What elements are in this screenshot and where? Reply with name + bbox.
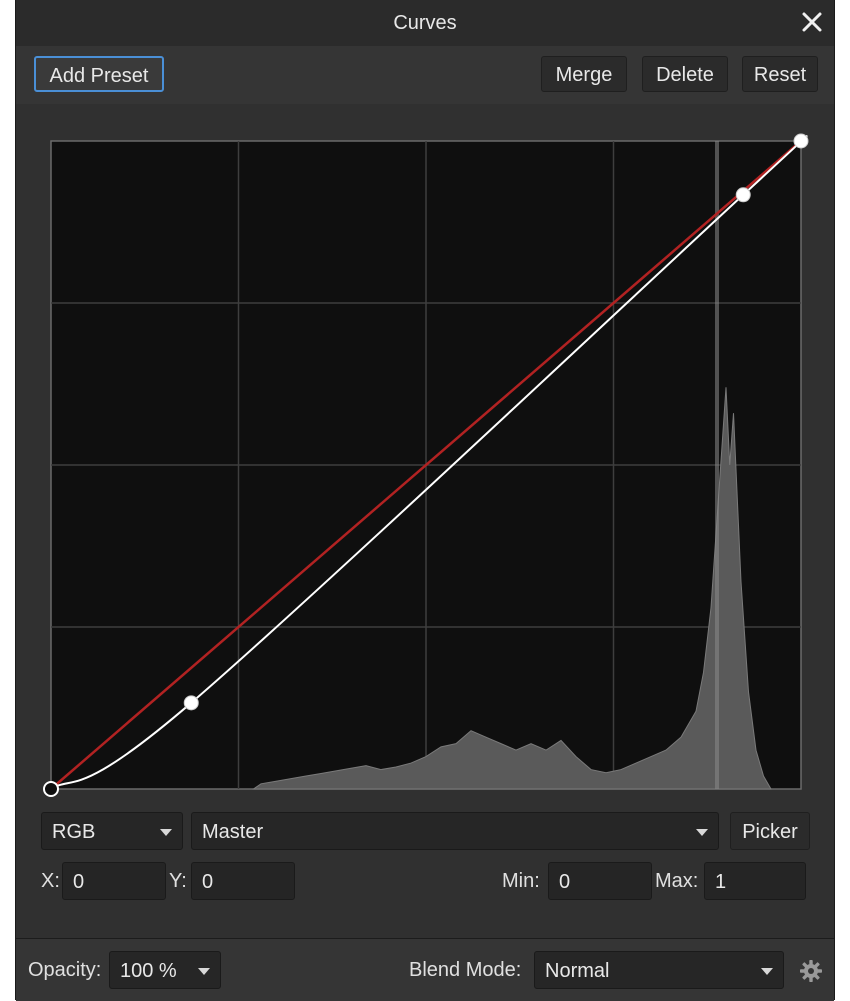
min-label: Min: xyxy=(502,870,540,892)
max-input[interactable]: 1 xyxy=(704,862,806,900)
delete-button[interactable]: Delete xyxy=(642,56,728,92)
title-bar: Curves xyxy=(16,0,834,46)
opacity-dropdown[interactable]: 100 % xyxy=(109,951,221,989)
picker-button[interactable]: Picker xyxy=(730,812,810,850)
chevron-down-icon xyxy=(198,968,210,975)
curves-editor: RGB Master Picker X: 0 Y: 0 Min: 0 Max: … xyxy=(16,104,834,940)
channel-value: RGB xyxy=(52,821,96,843)
curve-control-point[interactable] xyxy=(43,781,59,797)
blend-mode-dropdown[interactable]: Normal xyxy=(534,951,784,989)
channel-dropdown[interactable]: RGB xyxy=(41,812,183,850)
opacity-label: Opacity: xyxy=(28,959,102,981)
curve-control-point[interactable] xyxy=(793,133,809,149)
gear-icon[interactable] xyxy=(799,959,823,983)
max-label: Max: xyxy=(655,870,699,892)
layer-options-bar: Opacity: 100 % Blend Mode: Normal xyxy=(16,938,834,1001)
chevron-down-icon xyxy=(761,968,773,975)
chevron-down-icon xyxy=(160,829,172,836)
add-preset-button[interactable]: Add Preset xyxy=(34,56,164,92)
curve-control-point[interactable] xyxy=(183,695,199,711)
min-input[interactable]: 0 xyxy=(548,862,652,900)
reset-button[interactable]: Reset xyxy=(742,56,818,92)
curve-control-point[interactable] xyxy=(735,187,751,203)
x-input[interactable]: 0 xyxy=(62,862,166,900)
blend-mode-value: Normal xyxy=(545,960,610,982)
close-icon[interactable] xyxy=(796,6,828,38)
preset-toolbar: Add Preset Merge Delete Reset xyxy=(16,46,834,105)
y-input[interactable]: 0 xyxy=(191,862,295,900)
chevron-down-icon xyxy=(696,829,708,836)
opacity-value: 100 % xyxy=(120,960,177,982)
curve-graph[interactable] xyxy=(16,104,834,804)
merge-button[interactable]: Merge xyxy=(541,56,627,92)
curves-panel: Curves Add Preset Merge Delete Reset RGB… xyxy=(15,0,835,1001)
blend-mode-label: Blend Mode: xyxy=(409,959,522,981)
mode-value: Master xyxy=(202,821,264,843)
x-label: X: xyxy=(41,870,60,892)
mode-dropdown[interactable]: Master xyxy=(191,812,719,850)
window-title: Curves xyxy=(393,12,457,34)
y-label: Y: xyxy=(169,870,187,892)
